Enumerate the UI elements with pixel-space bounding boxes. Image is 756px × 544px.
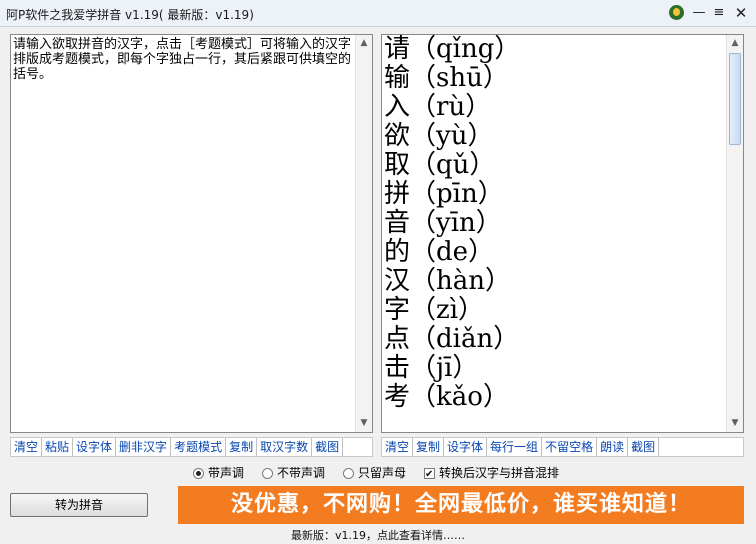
pinyin-row: 输（shū） [384, 63, 509, 93]
window-title: 阿P软件之我爱学拼音 v1.19( 最新版：v1.19) [6, 8, 254, 22]
radio-icon[interactable] [343, 468, 354, 479]
pinyin-row: 击（jī） [384, 353, 479, 383]
title-bar: 阿P软件之我爱学拼音 v1.19( 最新版：v1.19) — ≡ ✕ [0, 0, 756, 27]
menu-icon[interactable]: ≡ [710, 4, 728, 22]
read-aloud-button[interactable]: 朗读 [597, 438, 629, 456]
pinyin-text: rù [436, 92, 466, 122]
hanzi-char: 请 [384, 34, 411, 64]
copy-button[interactable]: 复制 [413, 438, 445, 456]
pinyin-text: shū [436, 63, 483, 93]
minimize-icon[interactable]: — [690, 4, 708, 22]
mix-label: 转换后汉字与拼音混排 [439, 466, 560, 480]
scroll-down-icon[interactable]: ▼ [727, 415, 743, 432]
pinyin-row: 取（qǔ） [384, 150, 496, 180]
hanzi-char: 字 [384, 295, 411, 325]
pinyin-row: 的（de） [384, 237, 495, 267]
hanzi-char: 拼 [384, 179, 411, 209]
clear-button[interactable]: 清空 [11, 438, 43, 456]
radio-icon[interactable] [262, 468, 273, 479]
hanzi-char: 音 [384, 208, 411, 238]
pinyin-row: 汉（hàn） [384, 266, 512, 296]
pinyin-text: qǔ [436, 150, 470, 180]
pinyin-text: de [436, 237, 469, 267]
no-space-button[interactable]: 不留空格 [542, 438, 598, 456]
hanzi-char: 欲 [384, 121, 411, 151]
screenshot-button[interactable]: 截图 [628, 438, 660, 456]
pinyin-row: 考（kǎo） [384, 382, 509, 412]
clear-button[interactable]: 清空 [382, 438, 414, 456]
input-toolbar: 清空 粘贴 设字体 删非汉字 考题模式 复制 取汉字数 截图 [10, 437, 373, 457]
initials-only-label: 只留声母 [358, 466, 407, 480]
pinyin-row: 入（rù） [384, 92, 492, 122]
pinyin-text: yīn [436, 208, 476, 238]
scroll-up-icon[interactable]: ▲ [356, 35, 372, 52]
font-button[interactable]: 设字体 [73, 438, 117, 456]
pinyin-row: 请（qǐng） [384, 34, 521, 64]
scroll-up-icon[interactable]: ▲ [727, 35, 743, 52]
qq-logo-icon[interactable] [667, 4, 685, 22]
count-chars-button[interactable]: 取汉字数 [257, 438, 313, 456]
hanzi-char: 考 [384, 382, 411, 412]
hanzi-char: 取 [384, 150, 411, 180]
checkbox-checked-icon[interactable] [424, 466, 435, 484]
radio-selected-icon[interactable] [193, 468, 204, 479]
pinyin-text: diǎn [436, 324, 494, 354]
hanzi-char: 的 [384, 237, 411, 267]
options-row: 带声调 不带声调 只留声母 转换后汉字与拼音混排 [0, 464, 756, 484]
without-tone-label: 不带声调 [277, 466, 326, 480]
pinyin-text: pīn [436, 179, 478, 209]
without-tone-option[interactable]: 不带声调 [262, 464, 325, 482]
font-button[interactable]: 设字体 [444, 438, 488, 456]
pinyin-row: 欲（yù） [384, 121, 494, 151]
output-toolbar: 清空 复制 设字体 每行一组 不留空格 朗读 截图 [381, 437, 744, 457]
with-tone-label: 带声调 [208, 466, 245, 480]
pinyin-row: 拼（pīn） [384, 179, 504, 209]
pinyin-text: kǎo [436, 382, 483, 412]
with-tone-option[interactable]: 带声调 [193, 464, 244, 482]
mix-option[interactable]: 转换后汉字与拼音混排 [424, 464, 560, 484]
scroll-thumb[interactable] [729, 53, 741, 145]
pinyin-text: yù [436, 121, 468, 151]
update-status-link[interactable]: 最新版：v1.19，点此查看详情…… [0, 527, 756, 544]
initials-only-option[interactable]: 只留声母 [343, 464, 406, 482]
remove-non-han-button[interactable]: 删非汉字 [116, 438, 172, 456]
output-scrollbar[interactable]: ▲ ▼ [726, 35, 743, 432]
input-scrollbar[interactable]: ▲ ▼ [355, 35, 372, 432]
hanzi-char: 点 [384, 324, 411, 354]
exam-mode-button[interactable]: 考题模式 [171, 438, 227, 456]
hanzi-char: 汉 [384, 266, 411, 296]
ad-banner[interactable]: 没优惠，不网购！全网最低价，谁买谁知道！ [178, 486, 744, 524]
pinyin-row: 音（yīn） [384, 208, 502, 238]
hanzi-char: 输 [384, 63, 411, 93]
hanzi-char: 入 [384, 92, 411, 122]
screenshot-button[interactable]: 截图 [312, 438, 344, 456]
scroll-down-icon[interactable]: ▼ [356, 415, 372, 432]
pinyin-output-pane[interactable]: 请（qǐng） 输（shū） 入（rù） 欲（yù） 取（qǔ） 拼（pīn） 音（yīn）… [381, 34, 744, 433]
pinyin-row: 字（zì） [384, 295, 485, 325]
group-per-line-button[interactable]: 每行一组 [487, 438, 543, 456]
pinyin-row: 点（diǎn） [384, 324, 520, 354]
input-text[interactable]: 请输入欲取拼音的汉字，点击［考题模式］可将输入的汉字排版成考题模式，即每个字独占… [13, 36, 353, 81]
paste-button[interactable]: 粘贴 [42, 438, 74, 456]
pinyin-text: qǐng [436, 34, 495, 64]
hanzi-char: 击 [384, 353, 411, 383]
input-textarea[interactable]: 请输入欲取拼音的汉字，点击［考题模式］可将输入的汉字排版成考题模式，即每个字独占… [10, 34, 373, 433]
pinyin-text: jī [436, 353, 453, 383]
close-icon[interactable]: ✕ [732, 4, 750, 22]
pinyin-text: zì [436, 295, 459, 325]
copy-button[interactable]: 复制 [226, 438, 258, 456]
pinyin-list: 请（qǐng） 输（shū） 入（rù） 欲（yù） 取（qǔ） 拼（pīn） 音（yīn）… [384, 35, 723, 412]
convert-to-pinyin-button[interactable]: 转为拼音 [10, 493, 148, 517]
pinyin-text: hàn [436, 266, 486, 296]
